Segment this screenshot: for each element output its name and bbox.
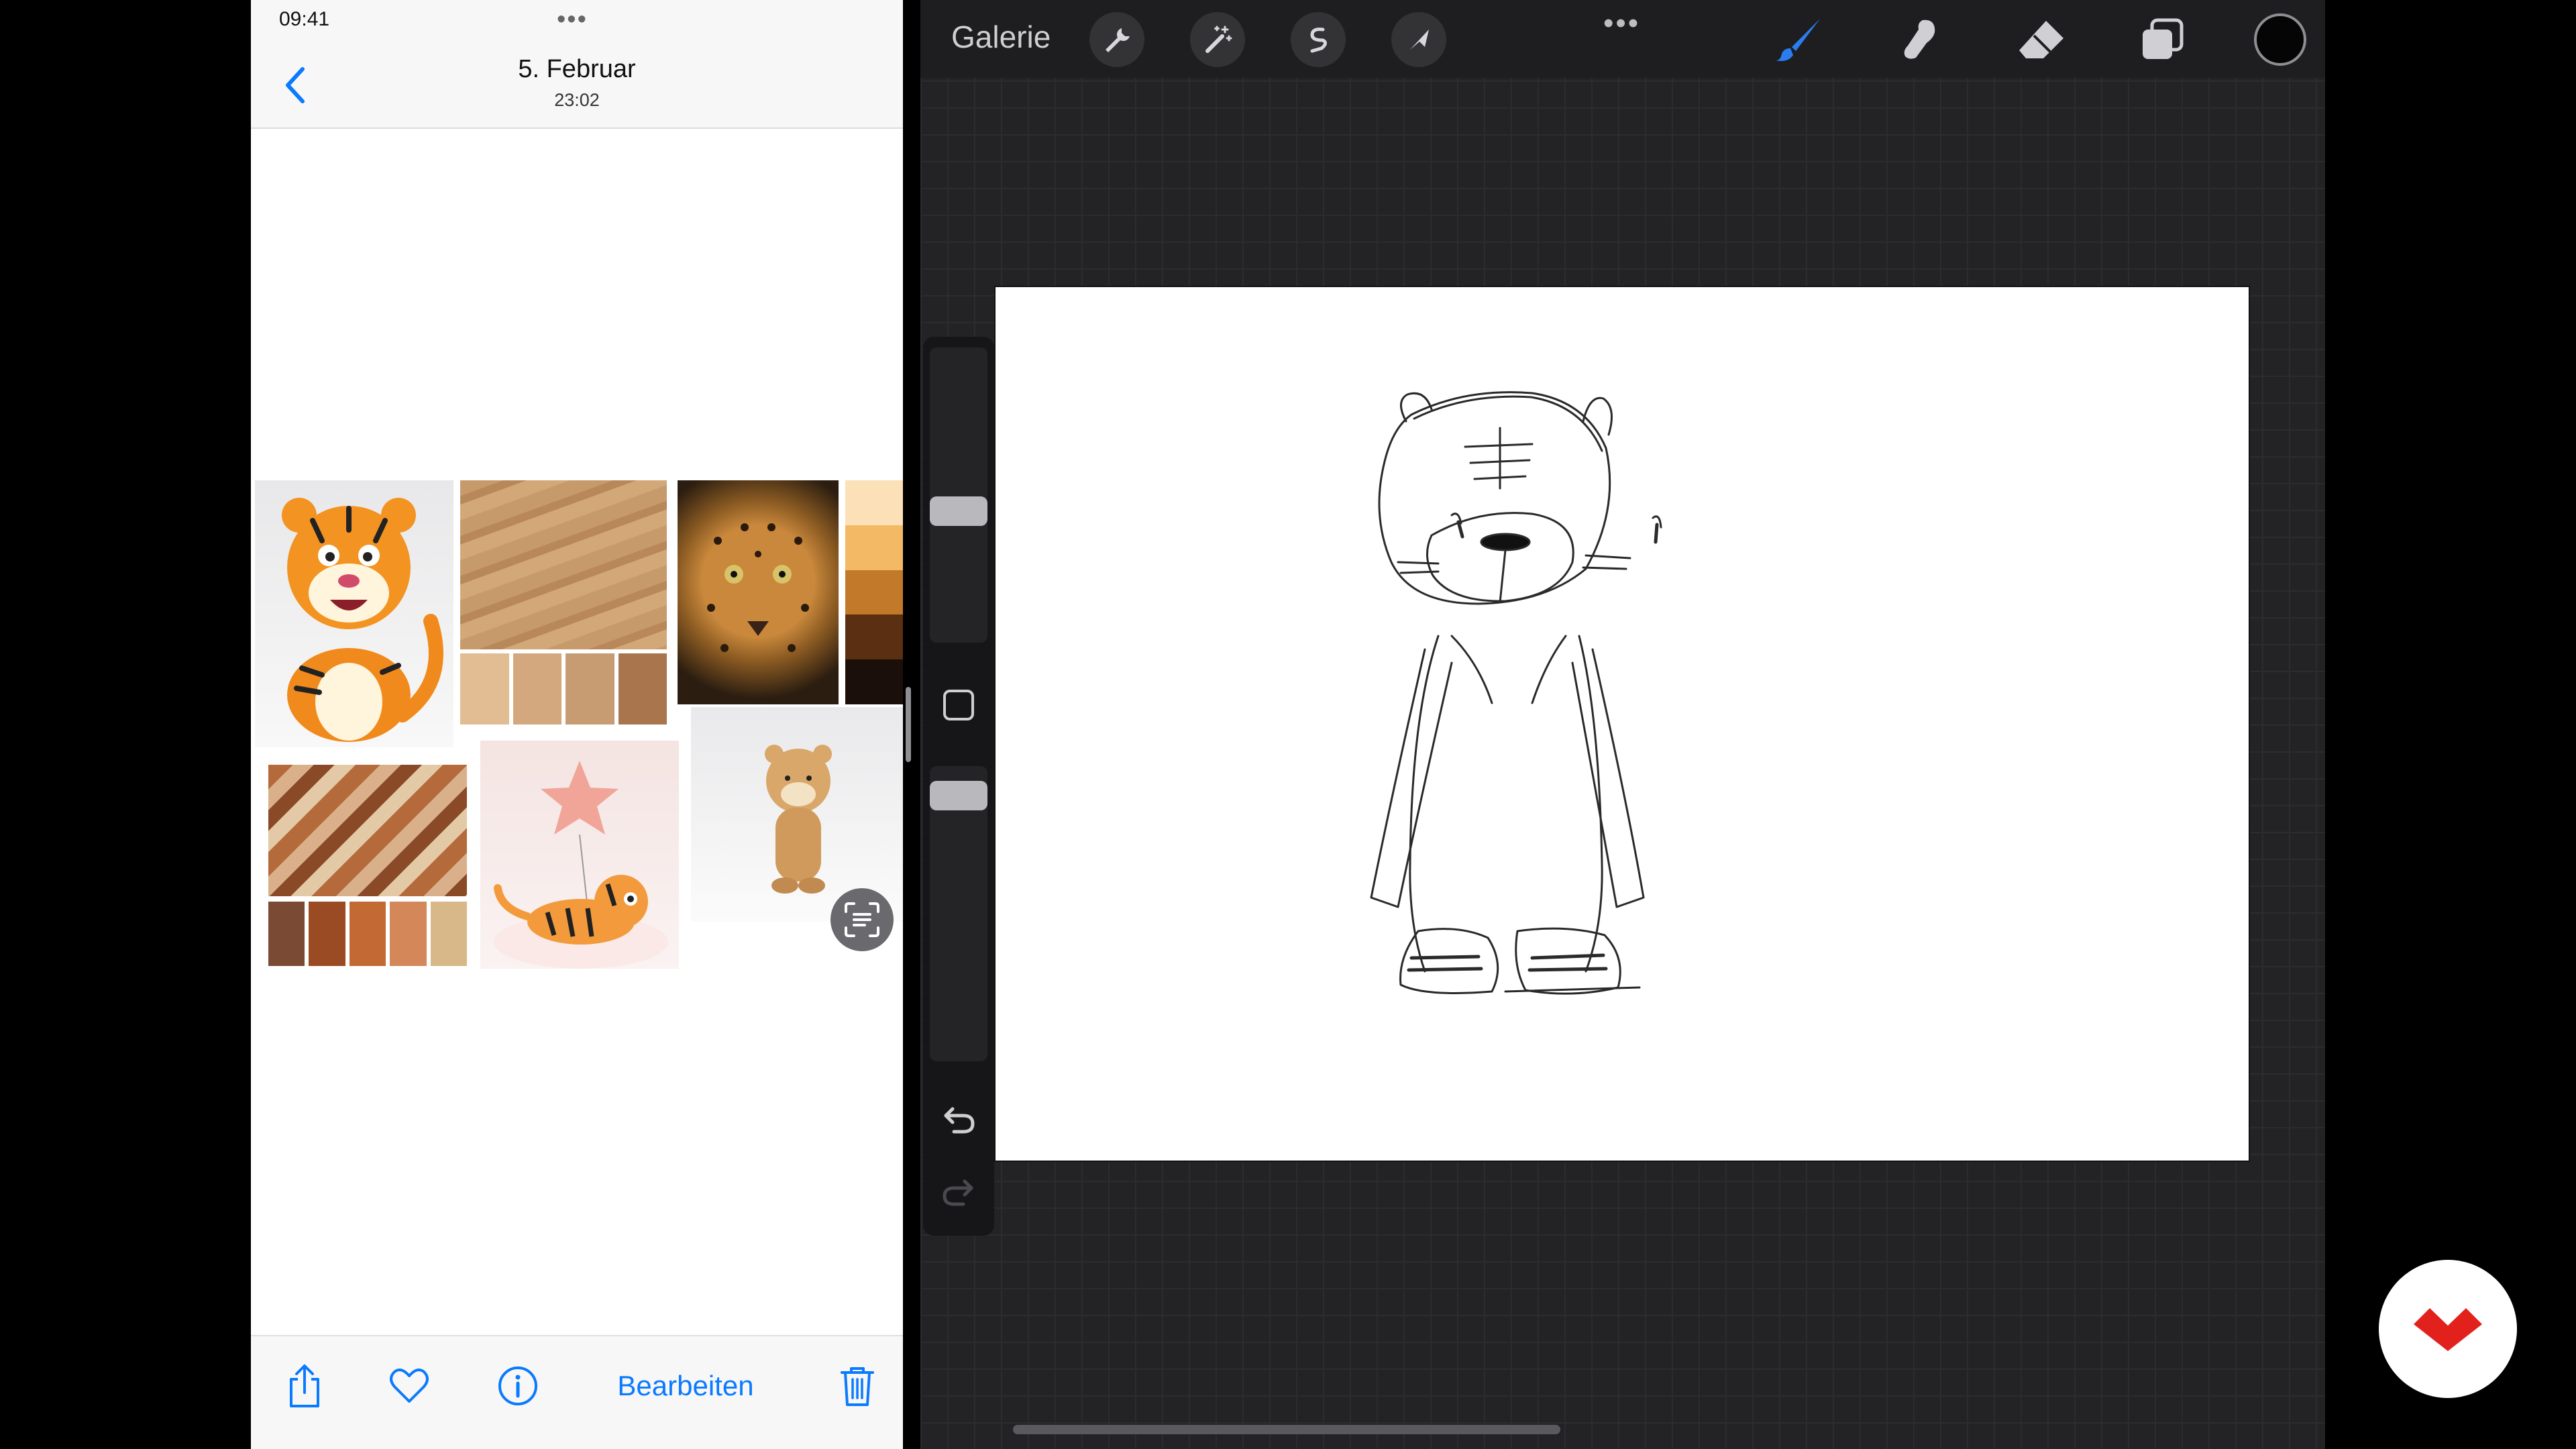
text-scan-icon: [845, 902, 879, 937]
orange-palette-strip: [845, 480, 903, 704]
wrench-icon: [1106, 28, 1130, 52]
earth-color-swatches: [268, 902, 467, 966]
redo-icon: [943, 1179, 973, 1206]
adjustments-button[interactable]: [1190, 12, 1245, 67]
layers-icon: [2143, 18, 2184, 59]
split-view-divider-handle[interactable]: [906, 687, 911, 762]
opacity-slider[interactable]: [930, 766, 987, 1061]
trash-icon: [841, 1367, 874, 1406]
undo-icon: [944, 1107, 975, 1134]
photos-toolbar: Bearbeiten: [251, 1335, 903, 1449]
smudge-tool-button[interactable]: [1889, 12, 1949, 67]
home-indicator[interactable]: [1013, 1425, 1560, 1434]
photos-app-panel: 09:41 ••• 5. Februar 23:02 Bearbeiten: [251, 0, 903, 1449]
smudge-icon: [1904, 19, 1935, 59]
sand-color-swatches: [460, 653, 667, 724]
heart-icon: [390, 1368, 429, 1403]
tiger-sketch: [1370, 391, 1662, 995]
share-button[interactable]: [276, 1358, 333, 1414]
brush-tool-button[interactable]: [1768, 12, 1829, 67]
leopard-photo: [678, 480, 839, 704]
cartoon-tiger-image: [255, 480, 453, 747]
layers-button[interactable]: [2132, 12, 2192, 67]
more-options-dots-icon[interactable]: •••: [1603, 7, 1640, 40]
delete-button[interactable]: [829, 1358, 885, 1414]
procreate-toolbar: Galerie •••: [920, 0, 2325, 78]
eraser-icon: [2019, 21, 2063, 58]
photo-date-title: 5. Februar: [518, 55, 636, 83]
edit-button[interactable]: Bearbeiten: [610, 1358, 761, 1414]
selection-button[interactable]: [1291, 12, 1346, 67]
opacity-knob[interactable]: [930, 781, 987, 810]
brand-logo: [2379, 1260, 2517, 1398]
redo-button[interactable]: [938, 1171, 979, 1213]
eraser-tool-button[interactable]: [2011, 12, 2072, 67]
color-picker-button[interactable]: [2254, 13, 2306, 66]
live-text-scan-button[interactable]: [830, 888, 894, 951]
tiger-with-star-balloon-image: [480, 741, 679, 969]
brush-size-knob[interactable]: [930, 496, 987, 526]
share-icon: [290, 1364, 319, 1407]
brush-size-slider[interactable]: [930, 347, 987, 643]
moodboard-image[interactable]: [255, 479, 903, 977]
selection-icon: [1310, 28, 1327, 53]
photo-time-subtitle: 23:02: [554, 90, 600, 110]
brush-icon: [1776, 19, 1820, 61]
drawing-canvas[interactable]: [996, 287, 2249, 1161]
photos-header: 09:41 ••• 5. Februar 23:02: [251, 0, 903, 129]
actions-button[interactable]: [1089, 12, 1144, 67]
transform-arrow-icon: [1410, 30, 1429, 50]
magic-wand-icon: [1205, 25, 1232, 53]
modify-button[interactable]: [943, 690, 974, 720]
domestika-logo-icon: [2414, 1308, 2482, 1351]
favorite-button[interactable]: [381, 1358, 437, 1414]
multitask-dots-icon[interactable]: •••: [557, 7, 588, 32]
sand-dunes-image: [460, 480, 667, 649]
status-time: 09:41: [279, 8, 330, 30]
earth-waves-image: [268, 765, 467, 896]
info-button[interactable]: [490, 1358, 546, 1414]
procreate-sidebar: [923, 337, 994, 1236]
procreate-app-panel: Galerie •••: [920, 0, 2325, 1449]
undo-button[interactable]: [938, 1099, 979, 1140]
info-icon: [498, 1366, 537, 1405]
transform-button[interactable]: [1391, 12, 1446, 67]
gallery-button[interactable]: Galerie: [951, 19, 1051, 55]
